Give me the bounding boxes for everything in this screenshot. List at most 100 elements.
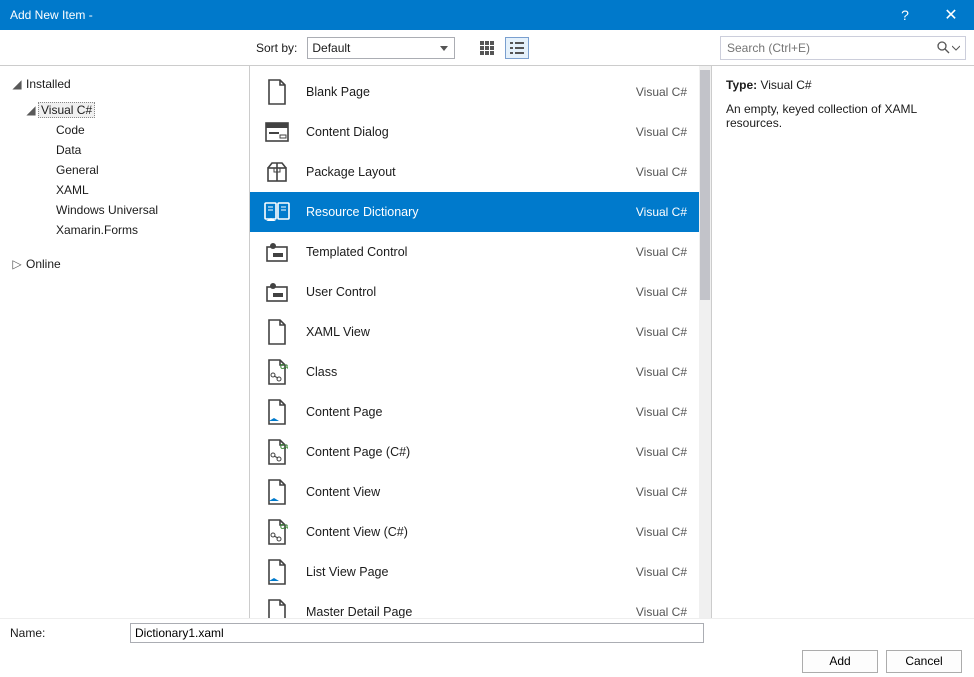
template-row[interactable]: XAML ViewVisual C# <box>250 312 699 352</box>
template-lang: Visual C# <box>636 525 687 539</box>
template-icon: C# <box>264 519 290 545</box>
template-lang: Visual C# <box>636 325 687 339</box>
tree-installed[interactable]: ◢ Installed <box>10 74 249 94</box>
template-icon: C# <box>264 439 290 465</box>
template-name: Blank Page <box>306 85 636 99</box>
sort-by-label: Sort by: <box>256 41 297 55</box>
scrollbar[interactable] <box>699 66 711 618</box>
search-icon[interactable] <box>935 41 951 54</box>
template-name: XAML View <box>306 325 636 339</box>
button-bar: Add Cancel <box>0 646 974 676</box>
template-lang: Visual C# <box>636 205 687 219</box>
template-name: Templated Control <box>306 245 636 259</box>
tree-online[interactable]: ▷ Online <box>10 254 249 274</box>
name-input[interactable] <box>130 623 704 643</box>
template-icon <box>264 199 290 225</box>
tree-child[interactable]: Xamarin.Forms <box>10 220 249 240</box>
template-icon <box>264 159 290 185</box>
toolbar: Sort by: Default <box>0 30 974 66</box>
template-name: Content Page (C#) <box>306 445 636 459</box>
template-row[interactable]: C# Content Page (C#)Visual C# <box>250 432 699 472</box>
title-bar: Add New Item - ? ✕ <box>0 0 974 30</box>
template-name: Content Page <box>306 405 636 419</box>
template-row[interactable]: C# ClassVisual C# <box>250 352 699 392</box>
type-label: Type: <box>726 78 757 92</box>
template-lang: Visual C# <box>636 605 687 618</box>
search-dropdown-icon[interactable] <box>951 44 961 52</box>
template-name: User Control <box>306 285 636 299</box>
add-button[interactable]: Add <box>802 650 878 673</box>
template-icon <box>264 399 290 425</box>
template-row[interactable]: Content PageVisual C# <box>250 392 699 432</box>
template-name: Package Layout <box>306 165 636 179</box>
description-pane: Type: Visual C# An empty, keyed collecti… <box>712 66 974 618</box>
template-lang: Visual C# <box>636 405 687 419</box>
template-icon <box>264 559 290 585</box>
template-lang: Visual C# <box>636 565 687 579</box>
expand-icon: ◢ <box>24 103 38 117</box>
description-text: An empty, keyed collection of XAML resou… <box>726 102 960 130</box>
scrollbar-thumb[interactable] <box>700 70 710 300</box>
template-lang: Visual C# <box>636 445 687 459</box>
type-value: Visual C# <box>760 78 811 92</box>
template-lang: Visual C# <box>636 485 687 499</box>
template-icon <box>264 279 290 305</box>
template-lang: Visual C# <box>636 85 687 99</box>
category-tree: ◢ Installed ◢ Visual C# CodeDataGeneralX… <box>0 66 250 618</box>
sort-by-value: Default <box>312 41 350 55</box>
tree-child[interactable]: General <box>10 160 249 180</box>
template-row[interactable]: Package LayoutVisual C# <box>250 152 699 192</box>
tree-visual-csharp[interactable]: ◢ Visual C# <box>10 100 249 120</box>
template-icon <box>264 319 290 345</box>
template-lang: Visual C# <box>636 245 687 259</box>
template-name: Content View <box>306 485 636 499</box>
window-title: Add New Item - <box>10 8 882 22</box>
template-icon: C# <box>264 359 290 385</box>
template-name: Content Dialog <box>306 125 636 139</box>
grid-view-icon <box>480 41 494 55</box>
template-name: Class <box>306 365 636 379</box>
template-icon <box>264 599 290 618</box>
template-list: Blank PageVisual C#Content DialogVisual … <box>250 66 712 618</box>
template-lang: Visual C# <box>636 165 687 179</box>
view-list-button[interactable] <box>505 37 529 59</box>
template-name: Content View (C#) <box>306 525 636 539</box>
svg-text:C#: C# <box>280 524 288 531</box>
template-row[interactable]: List View PageVisual C# <box>250 552 699 592</box>
template-icon <box>264 79 290 105</box>
search-input[interactable] <box>727 41 935 55</box>
view-icons-button[interactable] <box>475 37 499 59</box>
template-row[interactable]: Content DialogVisual C# <box>250 112 699 152</box>
svg-text:C#: C# <box>280 364 288 371</box>
template-row[interactable]: User ControlVisual C# <box>250 272 699 312</box>
expand-icon: ◢ <box>10 77 24 91</box>
template-lang: Visual C# <box>636 365 687 379</box>
close-button[interactable]: ✕ <box>928 0 974 30</box>
template-row[interactable]: Blank PageVisual C# <box>250 72 699 112</box>
svg-text:C#: C# <box>280 444 288 451</box>
template-icon <box>264 239 290 265</box>
help-button[interactable]: ? <box>882 0 928 30</box>
template-lang: Visual C# <box>636 285 687 299</box>
template-name: Resource Dictionary <box>306 205 636 219</box>
collapse-icon: ▷ <box>10 257 24 271</box>
template-row[interactable]: Templated ControlVisual C# <box>250 232 699 272</box>
template-name: Master Detail Page <box>306 605 636 618</box>
tree-child[interactable]: Windows Universal <box>10 200 249 220</box>
tree-child[interactable]: Code <box>10 120 249 140</box>
template-row[interactable]: Master Detail PageVisual C# <box>250 592 699 618</box>
template-row[interactable]: C# Content View (C#)Visual C# <box>250 512 699 552</box>
search-box[interactable] <box>720 36 966 60</box>
template-row[interactable]: Resource DictionaryVisual C# <box>250 192 699 232</box>
name-bar: Name: <box>0 618 974 646</box>
template-name: List View Page <box>306 565 636 579</box>
template-lang: Visual C# <box>636 125 687 139</box>
sort-by-select[interactable]: Default <box>307 37 455 59</box>
template-row[interactable]: Content ViewVisual C# <box>250 472 699 512</box>
tree-child[interactable]: XAML <box>10 180 249 200</box>
tree-child[interactable]: Data <box>10 140 249 160</box>
cancel-button[interactable]: Cancel <box>886 650 962 673</box>
name-label: Name: <box>10 626 130 640</box>
list-view-icon <box>510 41 524 55</box>
template-icon <box>264 479 290 505</box>
